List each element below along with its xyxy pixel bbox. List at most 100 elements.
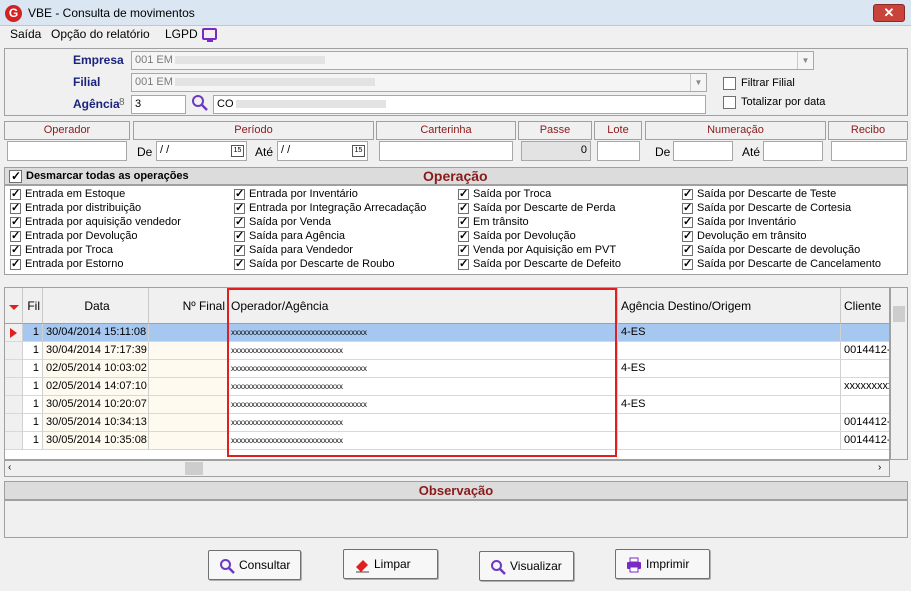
- column-header-final[interactable]: Nº Final: [149, 288, 228, 324]
- grid-cell-destino[interactable]: [618, 432, 841, 450]
- grid-cell-fil[interactable]: 1: [23, 432, 43, 450]
- grid-cell-fil[interactable]: 1: [23, 378, 43, 396]
- key-icon: 8: [119, 97, 125, 108]
- column-header-cliente[interactable]: Cliente: [841, 288, 889, 324]
- row-indicator[interactable]: [5, 432, 23, 450]
- grid-cell-data[interactable]: 30/05/2014 10:35:08: [43, 432, 149, 450]
- chevron-left-icon[interactable]: ‹: [8, 462, 11, 473]
- agencia-name-field: CO: [213, 95, 706, 114]
- grid-cell-cliente[interactable]: 0014412-0: [841, 432, 889, 450]
- grid-cell-fil[interactable]: 1: [23, 324, 43, 342]
- menu-lgpd[interactable]: LGPD: [165, 27, 198, 41]
- empresa-label: Empresa: [73, 53, 124, 67]
- close-button[interactable]: ✕: [873, 4, 905, 22]
- operador-input[interactable]: [7, 141, 127, 161]
- grid-cell-final[interactable]: [149, 360, 228, 378]
- grid-cell-final[interactable]: [149, 396, 228, 414]
- grid-cell-cliente[interactable]: [841, 324, 889, 342]
- totalizar-data-label: Totalizar por data: [741, 96, 826, 108]
- app-logo-icon: G: [5, 5, 22, 22]
- highlight-box: [227, 288, 617, 457]
- row-indicator[interactable]: [5, 324, 23, 342]
- visualizar-button[interactable]: Visualizar: [479, 551, 574, 581]
- search-icon[interactable]: [191, 94, 209, 112]
- grid-cell-final[interactable]: [149, 324, 228, 342]
- lote-input[interactable]: [597, 141, 640, 161]
- search-icon: [220, 559, 235, 574]
- limpar-button[interactable]: Limpar: [343, 549, 438, 579]
- imprimir-button[interactable]: Imprimir: [615, 549, 710, 579]
- grid-cell-destino[interactable]: [618, 414, 841, 432]
- grid-cell-fil[interactable]: 1: [23, 342, 43, 360]
- scroll-thumb[interactable]: [185, 462, 203, 475]
- grid-cell-fil[interactable]: 1: [23, 360, 43, 378]
- column-header-fil[interactable]: Fil: [23, 288, 43, 324]
- grid-cell-data[interactable]: 30/05/2014 10:20:07: [43, 396, 149, 414]
- grid-cell-final[interactable]: [149, 378, 228, 396]
- horizontal-scrollbar[interactable]: ‹ ›: [4, 460, 890, 477]
- grid-cell-fil[interactable]: 1: [23, 396, 43, 414]
- grid-cell-destino[interactable]: 4-ES: [618, 360, 841, 378]
- calendar-icon[interactable]: 15: [231, 145, 244, 157]
- vertical-scrollbar[interactable]: [890, 287, 908, 460]
- chevron-right-icon[interactable]: ›: [878, 462, 881, 473]
- recibo-input[interactable]: [831, 141, 907, 161]
- totalizar-data-checkbox[interactable]: [723, 96, 736, 109]
- filtrar-filial-label: Filtrar Filial: [741, 77, 795, 89]
- grid-cell-destino[interactable]: [618, 378, 841, 396]
- consultar-button[interactable]: Consultar: [208, 550, 301, 580]
- scroll-thumb[interactable]: [893, 306, 905, 322]
- numeracao-de-label: De: [655, 145, 671, 159]
- filtrar-filial-checkbox[interactable]: [723, 77, 736, 90]
- grid-cell-cliente[interactable]: 0014412-0: [841, 342, 889, 360]
- menu-opcao-relatorio[interactable]: Opção do relatório: [51, 27, 150, 41]
- grid-cell-data[interactable]: 02/05/2014 10:03:02: [43, 360, 149, 378]
- grid-cell-destino[interactable]: 4-ES: [618, 324, 841, 342]
- grid-cell-data[interactable]: 30/05/2014 10:34:13: [43, 414, 149, 432]
- grid-cell-final[interactable]: [149, 432, 228, 450]
- grid-cell-data[interactable]: 30/04/2014 15:11:08: [43, 324, 149, 342]
- grid-cell-cliente[interactable]: [841, 396, 889, 414]
- grid-cell-data[interactable]: 30/04/2014 17:17:39: [43, 342, 149, 360]
- grid-cell-final[interactable]: [149, 414, 228, 432]
- row-indicator[interactable]: [5, 378, 23, 396]
- grid-cell-destino[interactable]: 4-ES: [618, 396, 841, 414]
- toggle-all-operations-checkbox[interactable]: [9, 169, 22, 183]
- column-header-data[interactable]: Data: [43, 288, 149, 324]
- grid-cell-final[interactable]: [149, 342, 228, 360]
- search-icon: [491, 560, 506, 575]
- row-indicator[interactable]: [5, 360, 23, 378]
- observacao-box[interactable]: [4, 500, 908, 538]
- grid-cell-cliente[interactable]: 0014412-0: [841, 414, 889, 432]
- monitor-icon[interactable]: [202, 28, 217, 42]
- grid-cell-cliente[interactable]: xxxxxxxxxxxx: [841, 378, 889, 396]
- eraser-icon: [356, 560, 369, 573]
- empresa-select[interactable]: 001 EM: [131, 51, 814, 70]
- agencia-code-input[interactable]: 3: [131, 95, 186, 114]
- grid-cell-fil[interactable]: 1: [23, 414, 43, 432]
- passe-input[interactable]: 0: [521, 141, 591, 161]
- toggle-all-operations-label: Desmarcar todas as operações: [26, 170, 189, 182]
- numeracao-header: Numeração: [645, 121, 826, 140]
- row-indicator[interactable]: [5, 414, 23, 432]
- lote-header: Lote: [594, 121, 642, 140]
- chevron-down-icon[interactable]: ▼: [797, 52, 813, 69]
- chevron-down-icon[interactable]: ▼: [690, 74, 706, 91]
- row-indicator[interactable]: [5, 342, 23, 360]
- grid-cell-destino[interactable]: [618, 342, 841, 360]
- filial-select[interactable]: 001 EM: [131, 73, 707, 92]
- grid-cell-data[interactable]: 02/05/2014 14:07:10: [43, 378, 149, 396]
- periodo-header: Período: [133, 121, 374, 140]
- row-indicator-header: [5, 288, 23, 324]
- column-header-destino[interactable]: Agência Destino/Origem: [618, 288, 841, 324]
- grid-cell-cliente[interactable]: [841, 360, 889, 378]
- row-indicator[interactable]: [5, 396, 23, 414]
- filial-label: Filial: [73, 75, 101, 89]
- numeracao-de-input[interactable]: [673, 141, 733, 161]
- carterinha-input[interactable]: [379, 141, 513, 161]
- calendar-icon[interactable]: 15: [352, 145, 365, 157]
- printer-icon: [627, 557, 641, 573]
- numeracao-ate-input[interactable]: [763, 141, 823, 161]
- operations-title: Operação: [423, 168, 488, 184]
- menu-saida[interactable]: Saída: [10, 27, 41, 41]
